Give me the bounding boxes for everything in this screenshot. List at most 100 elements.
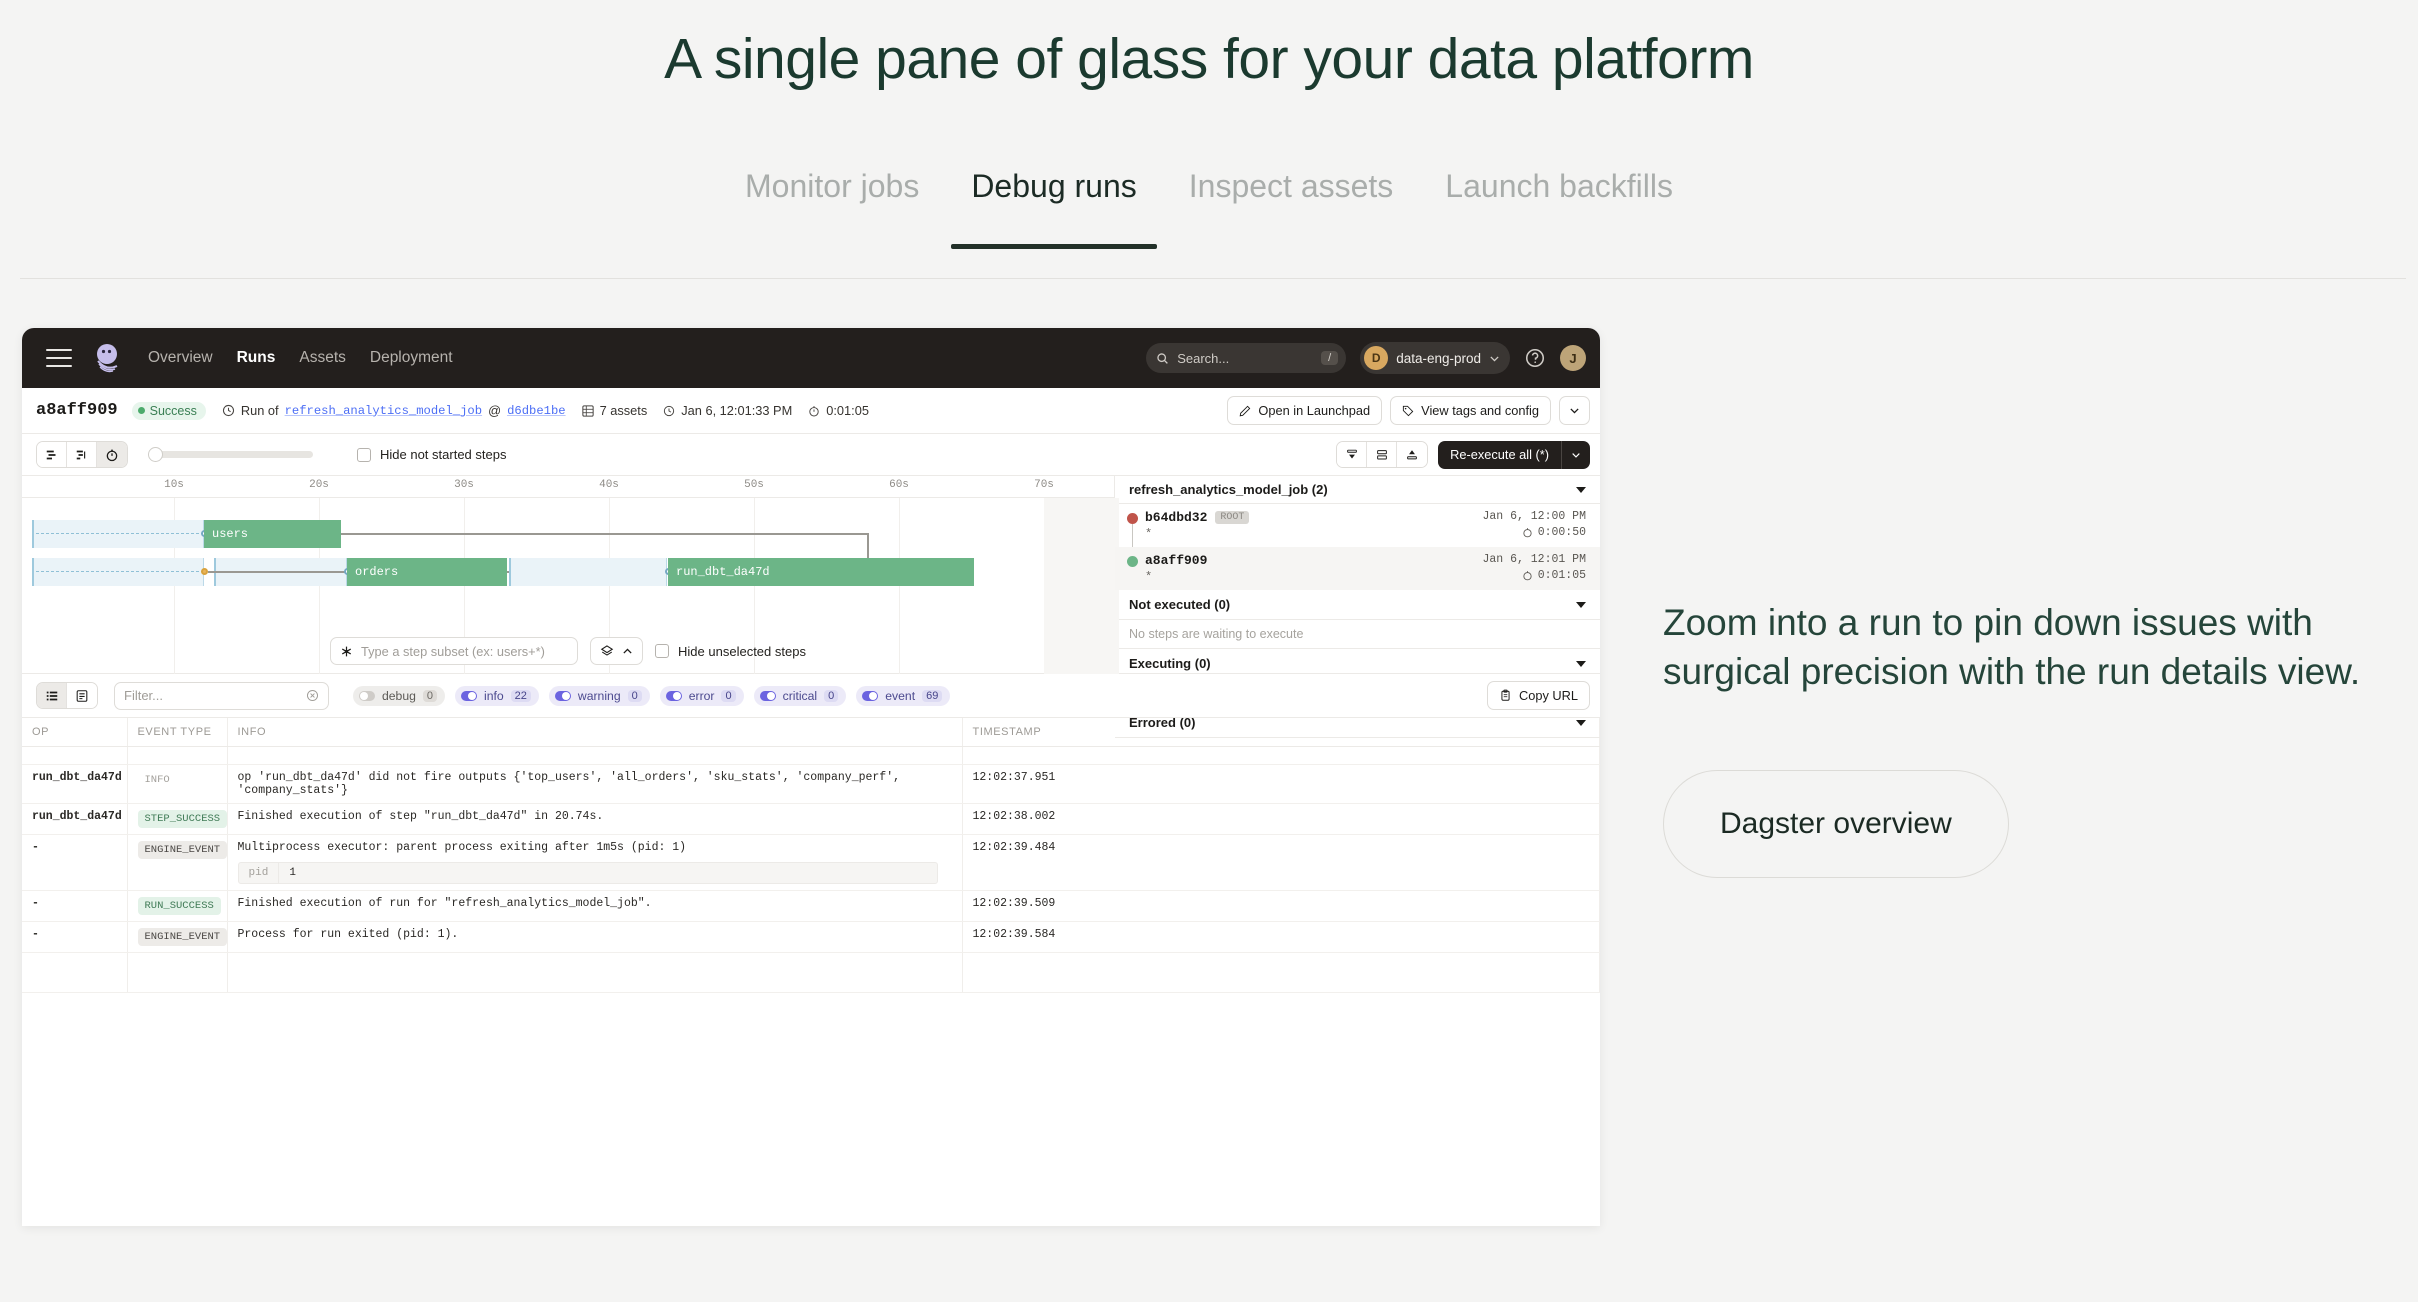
re-execute-all-button[interactable]: Re-execute all (*): [1438, 440, 1590, 469]
cell-info: Multiprocess executor: parent process ex…: [227, 834, 963, 891]
dagster-overview-button[interactable]: Dagster overview: [1663, 770, 2009, 879]
hide-not-started-checkbox[interactable]: Hide not started steps: [357, 447, 506, 462]
run-side-panel: refresh_analytics_model_job (2) b64dbd32…: [1114, 476, 1600, 738]
nav-assets[interactable]: Assets: [299, 349, 346, 367]
event-type-badge: STEP_SUCCESS: [137, 810, 228, 828]
nav-deployment[interactable]: Deployment: [370, 349, 453, 367]
chevron-up-icon: [623, 647, 632, 654]
cell-event-type: INFO: [127, 764, 228, 804]
document-icon: [76, 689, 88, 702]
run-time: Jan 6, 12:00 PM: [1482, 510, 1586, 523]
nav-overview[interactable]: Overview: [148, 349, 213, 367]
gantt-bar[interactable]: orders: [347, 558, 507, 586]
slider-knob[interactable]: [148, 447, 163, 462]
level-label: event: [885, 688, 916, 703]
assets-meta[interactable]: 7 assets: [581, 403, 647, 418]
timing-view-button[interactable]: [97, 442, 127, 467]
event-type-badge: RUN_SUCCESS: [137, 897, 221, 915]
copy-url-button[interactable]: Copy URL: [1486, 681, 1590, 710]
run-selector: *: [1145, 527, 1153, 541]
page-title: A single pane of glass for your data pla…: [664, 27, 1754, 91]
log-level-debug[interactable]: debug 0: [353, 685, 446, 706]
layers-button[interactable]: [590, 637, 644, 665]
cell-event-type: ENGINE_EVENT: [127, 921, 228, 953]
run-id: a8aff909: [36, 401, 118, 420]
hide-unselected-steps-checkbox[interactable]: Hide unselected steps: [655, 644, 806, 659]
cell-timestamp: [962, 952, 1600, 993]
deployment-switcher[interactable]: D data-eng-prod: [1360, 342, 1510, 374]
app-nav-right: Search... / D data-eng-prod J: [1146, 328, 1586, 388]
run-selector: *: [1145, 570, 1153, 584]
related-run-row[interactable]: a8aff909 * Jan 6, 12:01 PM 0:01:05: [1115, 547, 1600, 590]
gantt-toolbar: Hide not started steps Re-execute all (*…: [22, 434, 1600, 476]
slider-track: [154, 451, 313, 458]
split-view-button[interactable]: [1367, 442, 1398, 467]
nav-links: Overview Runs Assets Deployment: [148, 349, 453, 367]
run-status-dot-icon: [1127, 556, 1138, 567]
collapse-all-button[interactable]: [1337, 442, 1368, 467]
dagster-logo-icon[interactable]: [90, 341, 124, 375]
clear-filter-icon[interactable]: [306, 689, 319, 702]
table-row[interactable]: - RUN_SUCCESS Finished execution of run …: [22, 890, 1600, 922]
expand-up-button[interactable]: [1397, 442, 1428, 467]
deployment-avatar: D: [1364, 346, 1389, 370]
nav-runs[interactable]: Runs: [237, 349, 276, 367]
log-level-warning[interactable]: warning 0: [548, 685, 650, 706]
log-level-info[interactable]: info 22: [455, 685, 539, 706]
re-execute-dropdown[interactable]: [1562, 441, 1590, 469]
flat-view-button[interactable]: [37, 442, 67, 467]
tab-launch-backfills[interactable]: Launch backfills: [1419, 168, 1699, 249]
log-metadata-box: pid 1: [237, 862, 938, 884]
axis-tick: 60s: [889, 479, 909, 491]
job-group-header[interactable]: refresh_analytics_model_job (2): [1115, 476, 1600, 504]
related-run-id[interactable]: a8aff909: [1145, 553, 1207, 568]
table-row[interactable]: - ENGINE_EVENT Process for run exited (p…: [22, 921, 1600, 953]
tag-icon: [1403, 405, 1414, 416]
commit-link[interactable]: d6dbe1be: [507, 404, 566, 418]
asterisk-star-icon: [342, 646, 352, 656]
open-in-launchpad-button[interactable]: Open in Launchpad: [1227, 396, 1383, 425]
log-level-error[interactable]: error 0: [659, 685, 744, 706]
step-subset-input[interactable]: Type a step subset (ex: users+*): [330, 637, 579, 665]
duration-meta: 0:01:05: [808, 403, 869, 418]
tab-debug-runs[interactable]: Debug runs: [945, 168, 1162, 249]
table-row[interactable]: run_dbt_da47d INFO op 'run_dbt_da47d' di…: [22, 764, 1600, 804]
run-duration: 0:01:05: [826, 403, 869, 418]
event-type-badge: ENGINE_EVENT: [137, 841, 228, 859]
job-name-link[interactable]: refresh_analytics_model_job: [285, 404, 482, 418]
level-label: error: [688, 688, 715, 703]
waterfall-view-button[interactable]: [67, 442, 97, 467]
open-in-launchpad-label: Open in Launchpad: [1258, 403, 1371, 418]
log-level-event[interactable]: event 69: [856, 685, 951, 706]
log-raw-view-button[interactable]: [67, 683, 97, 708]
log-level-critical[interactable]: critical 0: [753, 685, 847, 706]
related-run-id[interactable]: b64dbd32: [1145, 510, 1207, 525]
log-filter-input[interactable]: Filter...: [114, 681, 329, 710]
toggle-icon: [461, 690, 478, 701]
table-row[interactable]: - ENGINE_EVENT Multiprocess executor: pa…: [22, 834, 1600, 891]
gantt-row-users[interactable]: users: [22, 520, 1114, 569]
landing-page: A single pane of glass for your data pla…: [0, 0, 2418, 1302]
run-actions-dropdown-button[interactable]: [1559, 396, 1590, 425]
search-input[interactable]: Search... /: [1146, 343, 1347, 373]
gantt-bar[interactable]: users: [204, 520, 341, 548]
tab-inspect-assets[interactable]: Inspect assets: [1163, 168, 1420, 249]
help-icon[interactable]: [1524, 347, 1546, 369]
chevron-down-icon: [1576, 660, 1586, 667]
view-tags-and-config-button[interactable]: View tags and config: [1390, 396, 1551, 425]
table-row[interactable]: run_dbt_da47d STEP_SUCCESS Finished exec…: [22, 803, 1600, 835]
level-label: warning: [577, 688, 621, 703]
queue-dashed-line: [36, 533, 204, 534]
gantt-chart[interactable]: 10s 20s 30s 40s 50s 60s 70s users orders…: [22, 476, 1119, 674]
gantt-zoom-slider[interactable]: [148, 445, 313, 465]
gantt-bar[interactable]: run_dbt_da47d: [668, 558, 974, 586]
run-status-col: [1127, 553, 1145, 584]
tab-monitor-jobs[interactable]: Monitor jobs: [719, 168, 945, 249]
section-header-not-executed[interactable]: Not executed (0): [1115, 590, 1600, 620]
user-avatar[interactable]: J: [1560, 345, 1586, 371]
related-run-row[interactable]: b64dbd32 ROOT * Jan 6, 12:00 PM 0:00:50: [1115, 504, 1600, 553]
gantt-row-orders[interactable]: orders run_dbt_da47d: [22, 558, 1114, 586]
log-list-view-button[interactable]: [37, 683, 67, 708]
menu-icon[interactable]: [46, 349, 72, 367]
layers-icon: [600, 645, 614, 656]
